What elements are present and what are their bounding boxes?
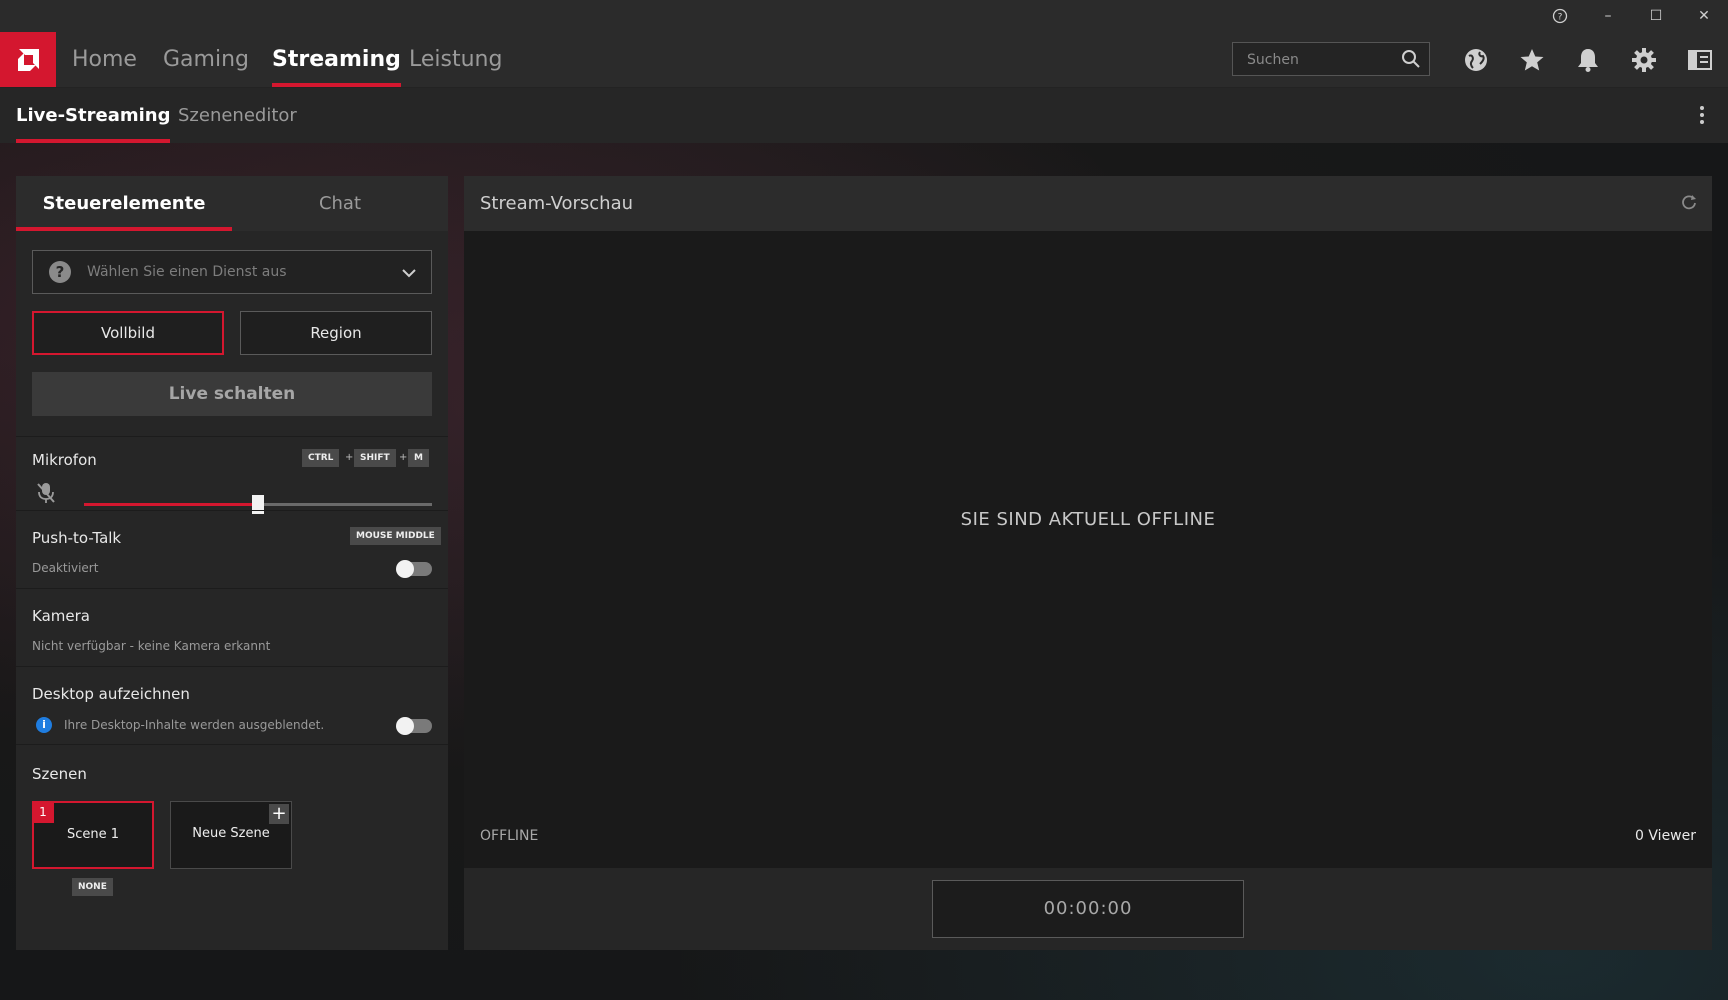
minimize-icon: – [1604,8,1612,24]
scene-card[interactable]: 1 Scene 1 [32,801,154,869]
controls-panel: Steuerelemente Chat ? Wählen Sie einen D… [16,176,448,950]
stream-status: OFFLINE [480,828,539,844]
maximize-icon: ☐ [1649,8,1663,24]
desktop-capture-section: Desktop aufzeichnen i Ihre Desktop-Inhal… [16,666,448,745]
microphone-label: Mikrofon [32,451,97,469]
title-bar: ? – ☐ ✕ [0,0,1728,32]
tab-steuerelemente[interactable]: Steuerelemente [16,176,232,231]
nav-streaming[interactable]: Streaming [272,32,401,87]
hotkey-m: M [408,449,429,467]
plus-icon: + [269,804,289,824]
info-icon: i [36,717,52,733]
search-input[interactable] [1233,43,1409,77]
star-icon[interactable] [1517,45,1547,75]
amd-logo-icon[interactable] [0,32,56,87]
desktop-capture-toggle[interactable] [396,717,432,735]
hotkey-plus: + [399,452,408,463]
tab-live-streaming[interactable]: Live-Streaming [16,88,171,143]
camera-section: Kamera Nicht verfügbar - keine Kamera er… [16,588,448,667]
scene-hotkey-badge: NONE [72,878,113,896]
mic-muted-icon[interactable] [36,481,56,509]
offline-message: SIE SIND AKTUELL OFFLINE [960,509,1216,530]
service-dropdown-placeholder: Wählen Sie einen Dienst aus [87,264,287,280]
push-to-talk-status: Deaktiviert [32,561,99,575]
service-dropdown[interactable]: ? Wählen Sie einen Dienst aus [32,250,432,294]
camera-status: Nicht verfügbar - keine Kamera erkannt [32,639,271,653]
search-icon[interactable] [1401,49,1421,73]
stream-timer: 00:00:00 [932,880,1244,938]
question-icon: ? [49,261,71,283]
scene-number-badge: 1 [32,801,54,823]
desktop-capture-info: Ihre Desktop-Inhalte werden ausgeblendet… [64,718,325,732]
chevron-down-icon [401,265,417,284]
new-scene-label: Neue Szene [192,826,270,841]
close-icon: ✕ [1698,8,1710,24]
scene-name: Scene 1 [66,827,120,842]
sub-nav: Live-Streaming Szeneneditor [0,88,1728,143]
search-box [1232,42,1430,77]
fullscreen-button[interactable]: Vollbild [32,311,224,355]
push-to-talk-hotkey[interactable]: MOUSE MIDDLE [350,527,441,545]
scenes-label: Szenen [32,765,87,783]
stream-preview-title: Stream-Vorschau [480,193,634,214]
globe-icon[interactable] [1461,45,1491,75]
push-to-talk-section: Push-to-Talk MOUSE MIDDLE Deaktiviert [16,510,448,589]
bell-icon[interactable] [1573,45,1603,75]
controls-tabs: Steuerelemente Chat [16,176,448,231]
maximize-button[interactable]: ☐ [1632,0,1680,32]
more-options-icon[interactable] [1700,106,1706,127]
stream-preview-header: Stream-Vorschau [464,176,1712,231]
refresh-icon[interactable] [1680,193,1698,215]
microphone-slider[interactable] [84,495,432,514]
sidebar-toggle-icon[interactable] [1685,45,1715,75]
push-to-talk-label: Push-to-Talk [32,529,122,547]
microphone-slider-fill [84,503,258,506]
tab-szeneneditor[interactable]: Szeneneditor [178,88,297,143]
go-live-button[interactable]: Live schalten [32,372,432,416]
microphone-section: Mikrofon CTRL + SHIFT + M [16,436,448,514]
viewer-count: 0 Viewer [1635,828,1696,844]
nav-home[interactable]: Home [72,32,137,87]
camera-label: Kamera [32,607,90,625]
minimize-button[interactable]: – [1584,0,1632,32]
tab-chat[interactable]: Chat [232,176,448,231]
hotkey-plus: + [345,452,354,463]
toggle-knob [396,717,414,735]
gear-icon[interactable] [1629,45,1659,75]
toggle-knob [396,560,414,578]
stream-preview-panel: Stream-Vorschau SIE SIND AKTUELL OFFLINE… [464,176,1712,950]
nav-leistung[interactable]: Leistung [409,32,502,87]
region-button[interactable]: Region [240,311,432,355]
svg-text:?: ? [1558,13,1563,23]
main-nav: Home Gaming Streaming Leistung [0,32,1728,88]
hotkey-shift: SHIFT [354,449,396,467]
stream-preview-footer: 00:00:00 [464,868,1712,950]
help-icon[interactable]: ? [1536,0,1584,32]
desktop-capture-label: Desktop aufzeichnen [32,685,190,703]
push-to-talk-toggle[interactable] [396,560,432,578]
scenes-section: Szenen 1 Scene 1 NONE + Neue Szene [16,744,448,945]
close-button[interactable]: ✕ [1680,0,1728,32]
hotkey-ctrl: CTRL [302,449,340,467]
nav-gaming[interactable]: Gaming [163,32,249,87]
new-scene-button[interactable]: + Neue Szene [170,801,292,869]
